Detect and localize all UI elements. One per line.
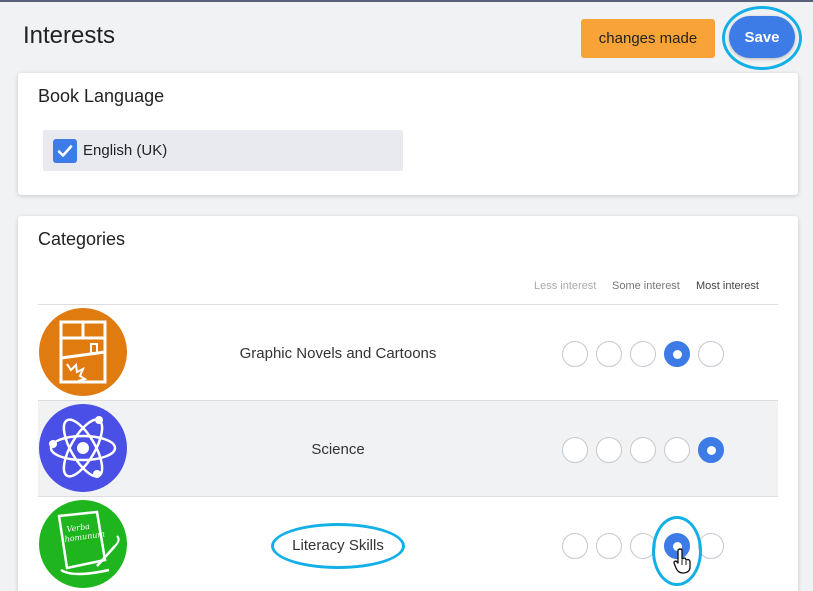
language-option-english-uk[interactable]: English (UK) (43, 130, 403, 171)
scale-less-interest: Less interest (534, 280, 597, 292)
interest-scale-header: Less interest Some interest Most interes… (534, 280, 759, 292)
interest-radio-group (562, 341, 724, 367)
interest-radio-5[interactable] (698, 533, 724, 559)
category-row-graphic-novels: Graphic Novels and Cartoons (38, 304, 778, 400)
interest-radio-group (562, 437, 724, 463)
interest-radio-1[interactable] (562, 341, 588, 367)
changes-made-badge: changes made (581, 19, 715, 58)
hand-cursor-icon (673, 548, 691, 574)
book-language-card: Book Language English (UK) (18, 73, 798, 195)
category-name: Science (311, 440, 365, 458)
categories-title: Categories (38, 229, 126, 249)
scale-most-interest: Most interest (696, 280, 759, 292)
interest-radio-5[interactable] (698, 437, 724, 463)
interest-radio-1[interactable] (562, 533, 588, 559)
book-language-title: Book Language (38, 86, 165, 106)
page-title: Interests (23, 22, 116, 49)
interest-radio-2[interactable] (596, 533, 622, 559)
save-button[interactable]: Save (729, 16, 795, 58)
scroll-quill-icon: Verba homunum (39, 500, 127, 588)
checkbox-checked-icon[interactable] (53, 138, 77, 163)
categories-card: Categories Less interest Some interest M… (18, 216, 798, 591)
interest-radio-2[interactable] (596, 341, 622, 367)
category-name: Graphic Novels and Cartoons (239, 344, 437, 362)
interest-radio-4[interactable] (664, 437, 690, 463)
graphic-novels-icon (39, 308, 127, 396)
scale-some-interest: Some interest (612, 280, 680, 292)
category-row-literacy-skills: Verba homunum Literacy Skills (38, 496, 778, 591)
category-name: Literacy Skills (292, 536, 384, 554)
category-row-science: Science (38, 400, 778, 496)
interest-radio-group (562, 533, 724, 559)
language-label: English (UK) (83, 142, 168, 159)
interest-radio-3[interactable] (630, 533, 656, 559)
interest-radio-1[interactable] (562, 437, 588, 463)
atom-icon (39, 404, 127, 492)
interest-radio-2[interactable] (596, 437, 622, 463)
interest-radio-3[interactable] (630, 437, 656, 463)
interest-radio-5[interactable] (698, 341, 724, 367)
interest-radio-4[interactable] (664, 341, 690, 367)
interest-radio-3[interactable] (630, 341, 656, 367)
